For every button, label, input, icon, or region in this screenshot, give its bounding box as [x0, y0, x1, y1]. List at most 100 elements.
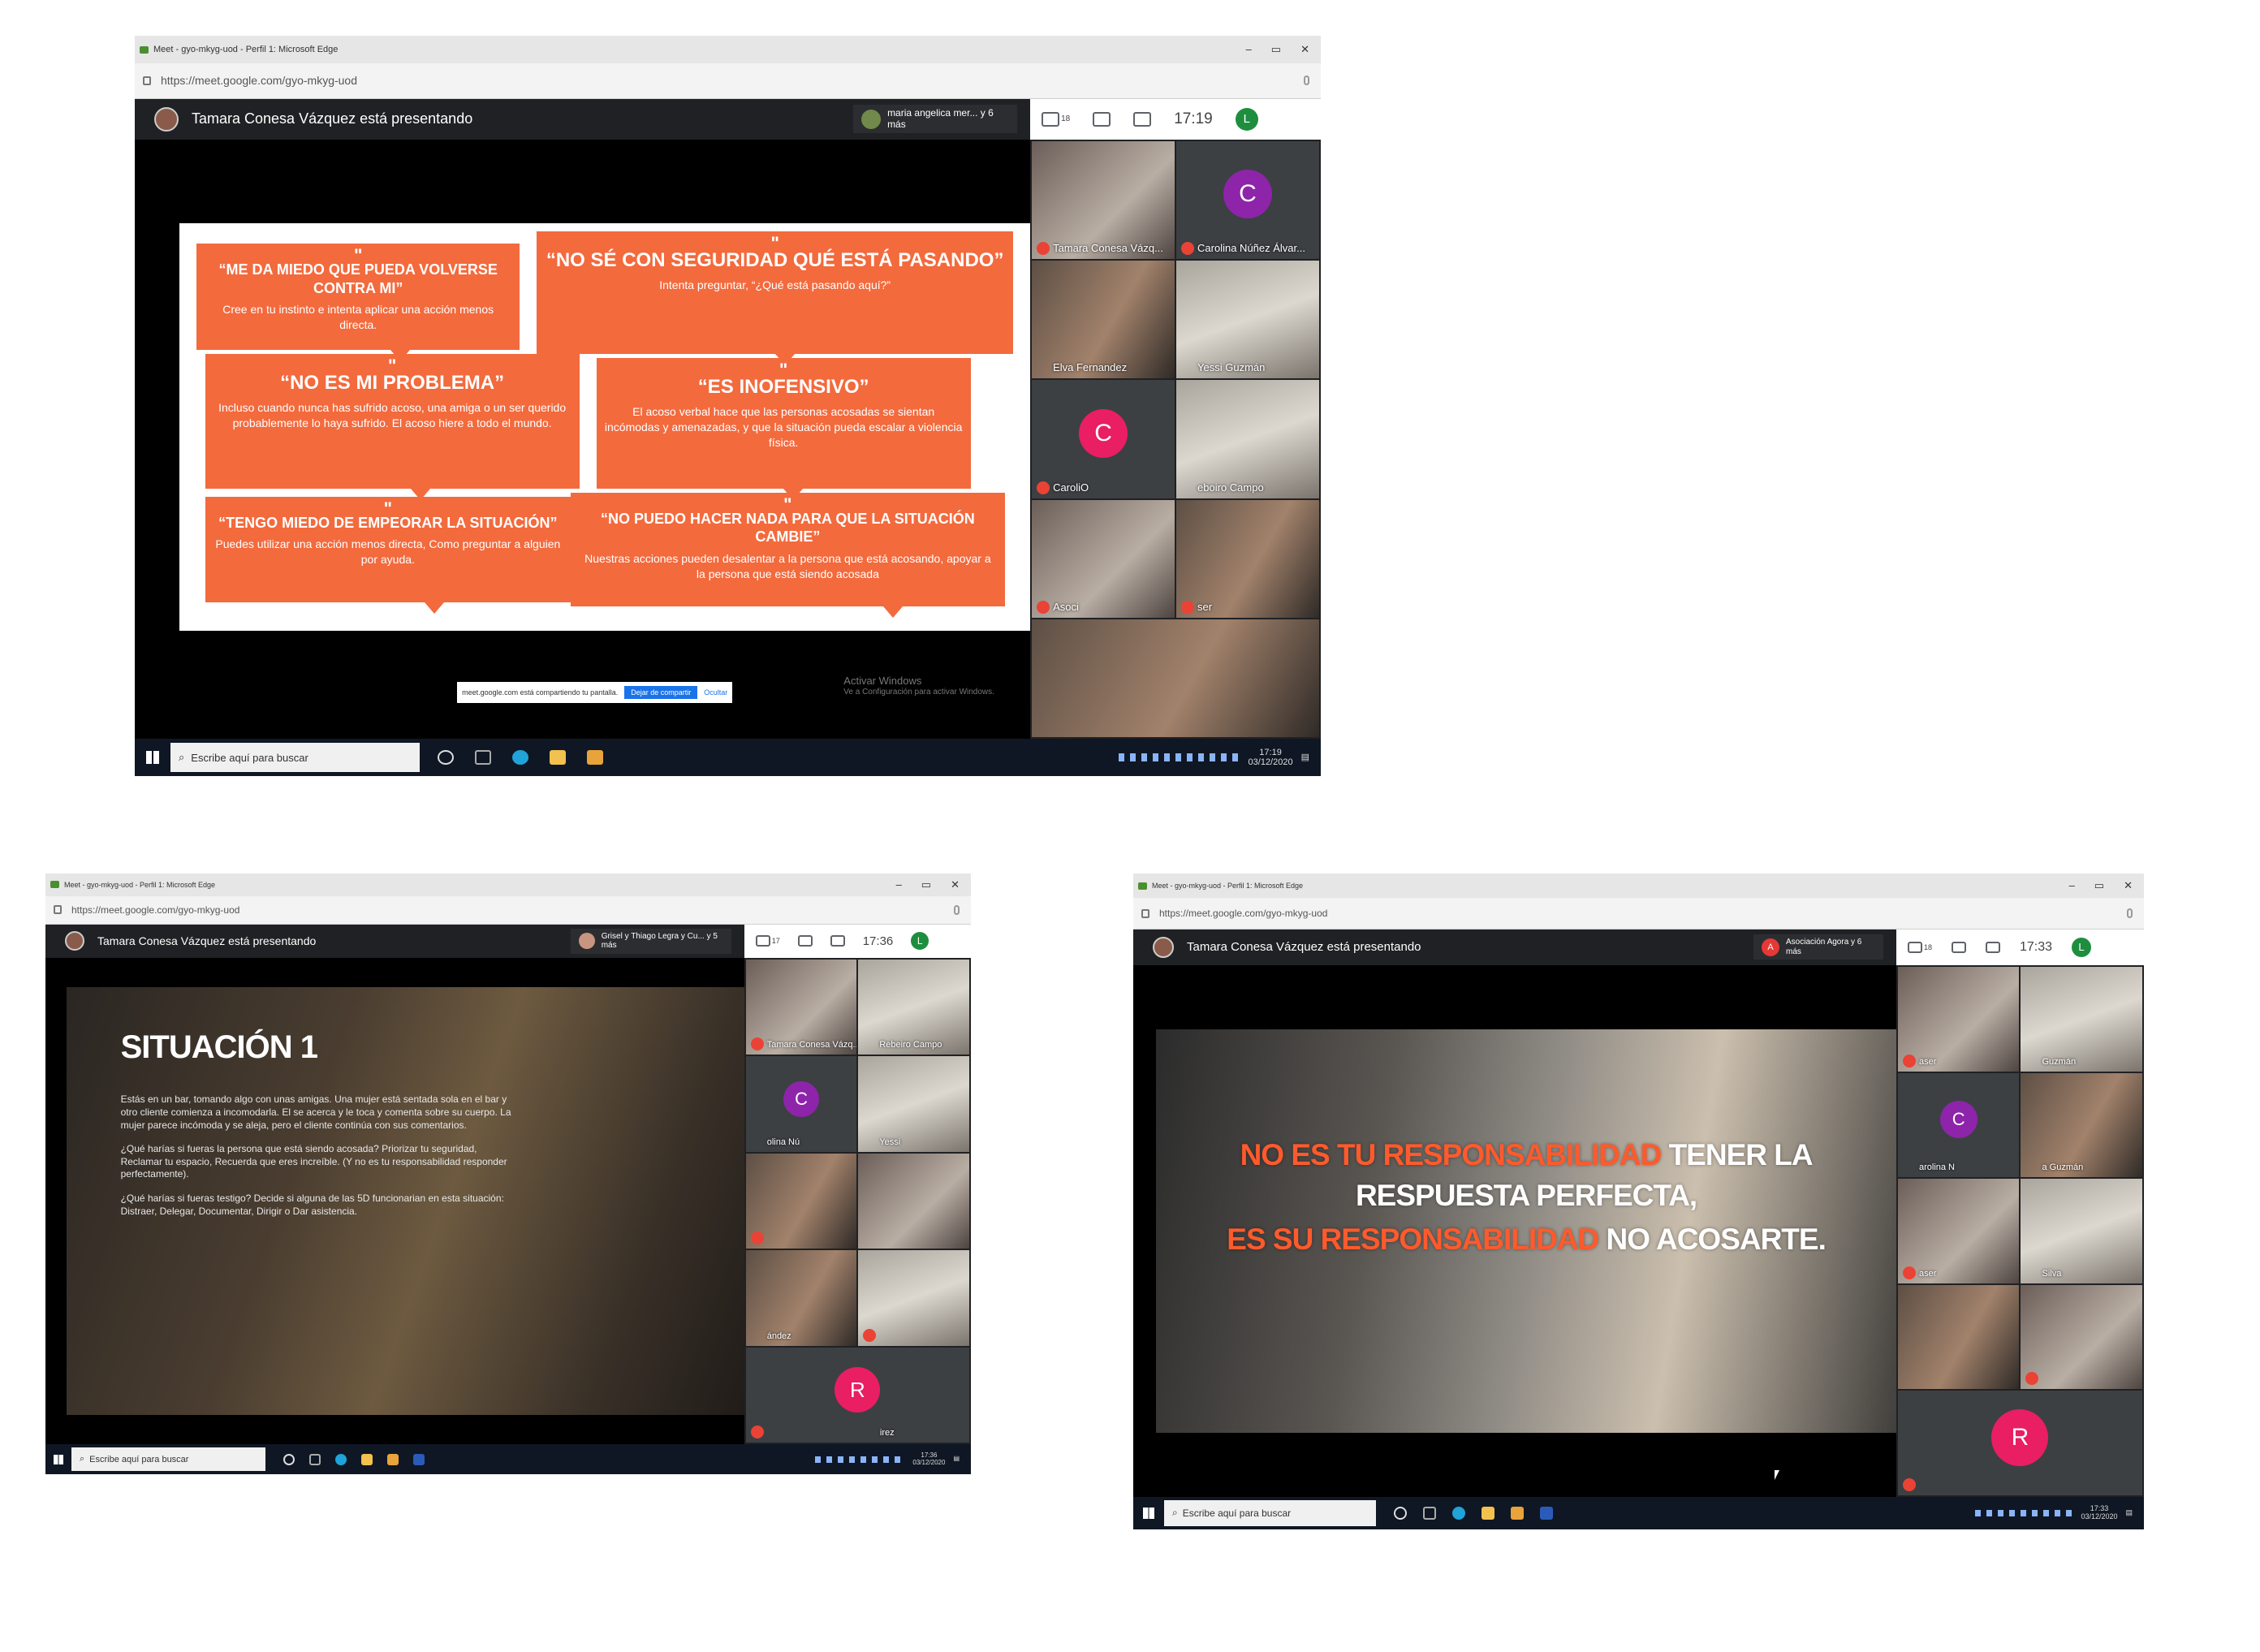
edge-icon[interactable] [511, 750, 528, 766]
close-icon[interactable]: ✕ [1300, 43, 1309, 56]
activities-icon[interactable] [1986, 941, 2000, 953]
maximize-icon[interactable]: ▭ [1271, 43, 1281, 56]
edge-icon[interactable] [1452, 1506, 1466, 1520]
file-explorer-icon[interactable] [361, 1453, 373, 1465]
cortana-icon[interactable] [1394, 1506, 1408, 1520]
participant-tile[interactable]: Guzmán [2021, 967, 2142, 1072]
participants-button[interactable]: 17 [755, 935, 780, 947]
notification-icon[interactable]: ▤ [953, 1455, 960, 1463]
address-bar[interactable]: https://meet.google.com/gyo-mkyg-uod [1133, 898, 2144, 928]
participant-tile[interactable]: Carolina N [1897, 1072, 2020, 1178]
chat-icon[interactable] [1952, 941, 1966, 953]
microphone-icon[interactable] [1304, 75, 1309, 86]
participants-button[interactable]: 18 [1042, 111, 1070, 127]
cortana-icon[interactable] [283, 1453, 295, 1465]
address-bar[interactable]: https://meet.google.com/gyo-mkyg-uod [45, 896, 971, 924]
taskbar-search-box[interactable]: ⌕ Escribe aquí para buscar [170, 742, 420, 773]
tray-icons[interactable] [815, 1456, 905, 1463]
participant-tile[interactable]: Silva [2021, 1179, 2142, 1283]
participant-tile[interactable]: Asoci [1032, 499, 1175, 619]
chat-icon[interactable] [1093, 111, 1111, 127]
slide-situation-1: SITUACIÓN 1 Estás en un bar, tomando alg… [66, 986, 744, 1416]
close-icon[interactable]: ✕ [2124, 879, 2133, 892]
participants-button[interactable]: 18 [1907, 941, 1932, 953]
microphone-icon[interactable] [2127, 908, 2133, 919]
taskbar-search-box[interactable]: ⌕ Escribe aquí para buscar [71, 1447, 266, 1472]
task-view-icon[interactable] [474, 750, 491, 766]
word-icon[interactable] [413, 1453, 425, 1465]
participant-tile[interactable] [858, 1153, 969, 1249]
user-avatar[interactable]: L [911, 932, 929, 951]
minimize-icon[interactable]: – [1246, 43, 1252, 56]
participant-tile[interactable]: C CaroliO [1032, 380, 1175, 498]
stop-sharing-button[interactable]: Dejar de compartir [624, 686, 698, 700]
url-text[interactable]: https://meet.google.com/gyo-mkyg-uod [161, 74, 357, 87]
url-text[interactable]: https://meet.google.com/gyo-mkyg-uod [71, 904, 239, 916]
participant-tile[interactable] [1897, 1284, 2020, 1390]
participant-tile[interactable]: Rebeiro Campo [858, 959, 969, 1055]
app-icon[interactable] [586, 750, 603, 766]
chat-icon[interactable] [797, 935, 813, 947]
task-view-icon[interactable] [309, 1453, 321, 1465]
viewers-chip[interactable]: Grisel y Thiago Legra y Cu... y 5 más [570, 928, 731, 954]
windows-start-icon[interactable] [54, 1454, 63, 1464]
maximize-icon[interactable]: ▭ [2094, 879, 2104, 892]
participant-tile[interactable] [745, 1153, 857, 1249]
app-icon[interactable] [1511, 1506, 1525, 1520]
quote-description: Intenta preguntar, “¿Qué está pasando aq… [659, 278, 891, 292]
windows-start-icon[interactable] [146, 751, 159, 765]
participant-tile[interactable]: R [1897, 1391, 2142, 1495]
participant-tile[interactable]: ser [1176, 499, 1319, 619]
activities-icon[interactable] [1133, 111, 1152, 127]
edge-icon[interactable] [335, 1453, 347, 1465]
file-explorer-icon[interactable] [1482, 1506, 1495, 1520]
window-title: Meet - gyo-mkyg-uod - Perfil 1: Microsof… [64, 880, 216, 889]
participant-tile[interactable]: ández [745, 1250, 857, 1346]
notification-icon[interactable]: ▤ [1301, 753, 1309, 762]
participant-tile[interactable]: Rirez [745, 1347, 969, 1443]
participant-tile[interactable]: eboiro Campo [1176, 380, 1319, 498]
cortana-icon[interactable] [437, 750, 454, 766]
viewers-chip[interactable]: maria angelica mer... y 6 más [853, 104, 1018, 134]
taskbar-search-box[interactable]: ⌕ Escribe aquí para buscar [1164, 1499, 1377, 1526]
tray-icons[interactable] [1118, 753, 1240, 762]
minimize-icon[interactable]: – [896, 878, 902, 891]
viewers-chip[interactable]: A Asociación Agora y 6 más [1753, 934, 1883, 960]
address-bar[interactable]: https://meet.google.com/gyo-mkyg-uod [135, 63, 1321, 97]
participant-tile[interactable]: aser [1897, 1179, 2020, 1283]
task-view-icon[interactable] [1423, 1506, 1437, 1520]
user-avatar[interactable]: L [2072, 937, 2092, 957]
screenshot-slide-quotes: Meet - gyo-mkyg-uod - Perfil 1: Microsof… [135, 36, 1321, 776]
participant-tile[interactable]: Yessi Guzmán [1176, 261, 1319, 379]
quote-text: “NO PUEDO HACER NADA PARA QUE LA SITUACI… [601, 510, 975, 546]
share-notice-text: meet.google.com está compartiendo tu pan… [462, 688, 619, 697]
app-icon[interactable] [387, 1453, 399, 1465]
participant-tile[interactable]: aser [1897, 967, 2020, 1072]
file-explorer-icon[interactable] [549, 750, 566, 766]
participant-tile[interactable] [1032, 619, 1319, 738]
user-avatar[interactable]: L [1235, 107, 1258, 131]
microphone-icon[interactable] [954, 904, 960, 915]
tray-icons[interactable] [1975, 1509, 2073, 1516]
viewers-label: Grisel y Thiago Legra y Cu... y 5 más [601, 931, 718, 951]
participant-tile[interactable]: Tamara Conesa Vázq... [745, 959, 857, 1055]
participant-tile[interactable]: Yessi [858, 1056, 969, 1152]
participant-tile[interactable]: a Guzmán [2021, 1072, 2142, 1178]
participant-avatar: R [835, 1367, 881, 1413]
close-icon[interactable]: ✕ [951, 878, 960, 891]
lock-icon [1141, 908, 1149, 918]
participant-tile[interactable] [858, 1250, 969, 1346]
notification-icon[interactable]: ▤ [2125, 1508, 2133, 1517]
url-text[interactable]: https://meet.google.com/gyo-mkyg-uod [1159, 908, 1327, 919]
word-icon[interactable] [1540, 1506, 1554, 1520]
participant-tile[interactable]: Tamara Conesa Vázq... [1032, 140, 1175, 260]
windows-start-icon[interactable] [1143, 1507, 1154, 1519]
minimize-icon[interactable]: – [2069, 879, 2075, 892]
participant-tile[interactable]: Elva Fernandez [1032, 261, 1175, 379]
participant-tile[interactable]: C Carolina Núñez Álvar... [1176, 140, 1319, 260]
participant-tile[interactable]: Colina Nú [745, 1056, 857, 1152]
participant-tile[interactable] [2021, 1284, 2142, 1390]
activities-icon[interactable] [830, 935, 845, 947]
maximize-icon[interactable]: ▭ [921, 878, 931, 891]
hide-button[interactable]: Ocultar [704, 688, 727, 697]
